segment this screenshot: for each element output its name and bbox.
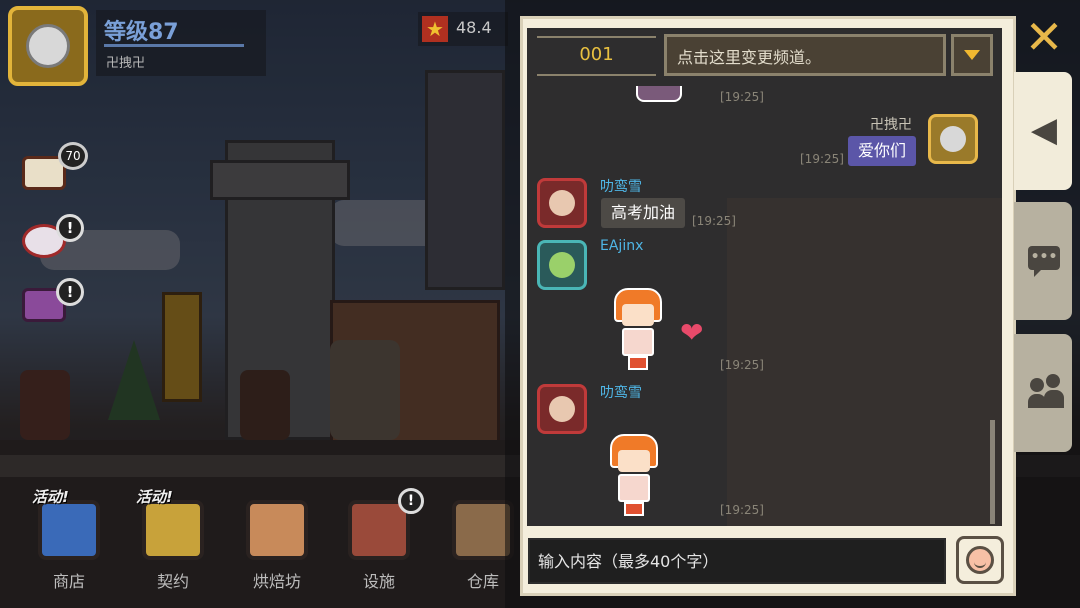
mail-count-badge: 70 [58,142,88,170]
nav-label: 烘焙坊 [252,572,301,591]
nav-contract[interactable]: 活动! 契约 [128,486,218,596]
message-time: [19:25] [720,503,764,517]
chat-sticker [608,286,674,378]
star-counter: ★ 48.4 [418,12,508,46]
friends-icon [1028,374,1064,410]
shop-icon [38,500,100,560]
user-avatar[interactable] [537,240,587,290]
message-username[interactable]: 叻鸾雪 [600,382,642,402]
message-bubble: 高考加油 [601,198,686,228]
channel-dropdown-button[interactable] [951,34,993,76]
sticker-face [618,450,650,472]
chat-bubble-icon: ••• [1028,242,1060,278]
message-time: [19:25] [720,358,764,372]
book-button[interactable]: ! [22,278,84,326]
quest-button[interactable]: ! [22,214,84,262]
chat-message-area[interactable] [527,28,1002,526]
avatar-face [549,396,575,422]
message-time: [19:25] [720,90,764,104]
message-time: [19:25] [800,152,844,166]
emoji-button[interactable] [956,536,1004,584]
sticker-body [622,328,654,356]
sticker-face [622,304,654,326]
message-username: 卍拽卍 [870,117,912,133]
nav-shop[interactable]: 活动! 商店 [24,486,114,596]
alert-badge: ! [398,488,424,514]
tab-friends[interactable] [1014,334,1072,452]
message-username[interactable]: 叻鸾雪 [600,176,642,196]
nav-label: 设施 [362,572,395,591]
chat-scrollbar[interactable] [990,420,995,524]
user-avatar[interactable] [537,178,587,228]
heart-icon: ❤ [680,316,704,349]
sticker-legs [628,356,648,370]
avatar-face [940,126,966,152]
chat-background-art [727,198,1002,526]
sticker-partial [636,86,682,102]
chat-input[interactable] [530,540,944,582]
player-level: 等级87 [104,20,179,45]
nav-label: 契约 [156,572,189,591]
sticker-body [618,474,650,502]
nav-label: 商店 [52,572,85,591]
channel-change-button[interactable]: 点击这里变更频道。 [664,34,946,76]
chevron-down-icon [964,50,980,60]
player-avatar[interactable] [8,6,88,86]
promo-tag: 活动! [136,488,173,506]
user-avatar[interactable] [537,384,587,434]
star-value: 48.4 [456,18,492,37]
player-name: 卍拽卍 [106,56,146,71]
promo-tag: 活动! [32,488,69,506]
tab-announcement[interactable]: ◀ [1014,72,1072,190]
avatar-face [549,190,575,216]
star-icon: ★ [422,16,448,42]
nav-bakery[interactable]: 烘焙坊 [232,486,322,596]
bakery-icon [246,500,308,560]
alert-badge: ! [56,214,84,242]
megaphone-icon: ◀ [1030,110,1058,150]
message-time: [19:25] [692,214,736,228]
avatar-face [26,24,70,68]
sticker-legs [624,502,644,516]
chat-input-field[interactable] [528,538,946,584]
close-button[interactable]: ✕ [1020,14,1068,62]
avatar-face [549,252,575,278]
channel-number-box: 001 [537,36,656,76]
channel-change-label: 点击这里变更频道。 [677,48,822,67]
exp-bar [104,44,244,47]
message-username[interactable]: EAjinx [600,238,643,254]
chat-sticker [604,432,668,520]
message-bubble: 爱你们 [848,136,917,166]
tab-chat[interactable]: ••• [1014,202,1072,320]
user-avatar[interactable] [928,114,978,164]
player-info: 等级87 卍拽卍 [96,10,266,76]
contract-icon [142,500,204,560]
alert-badge: ! [56,278,84,306]
channel-number: 001 [579,44,614,65]
smiley-icon [966,546,994,574]
nav-facility[interactable]: ! 设施 [334,486,424,596]
